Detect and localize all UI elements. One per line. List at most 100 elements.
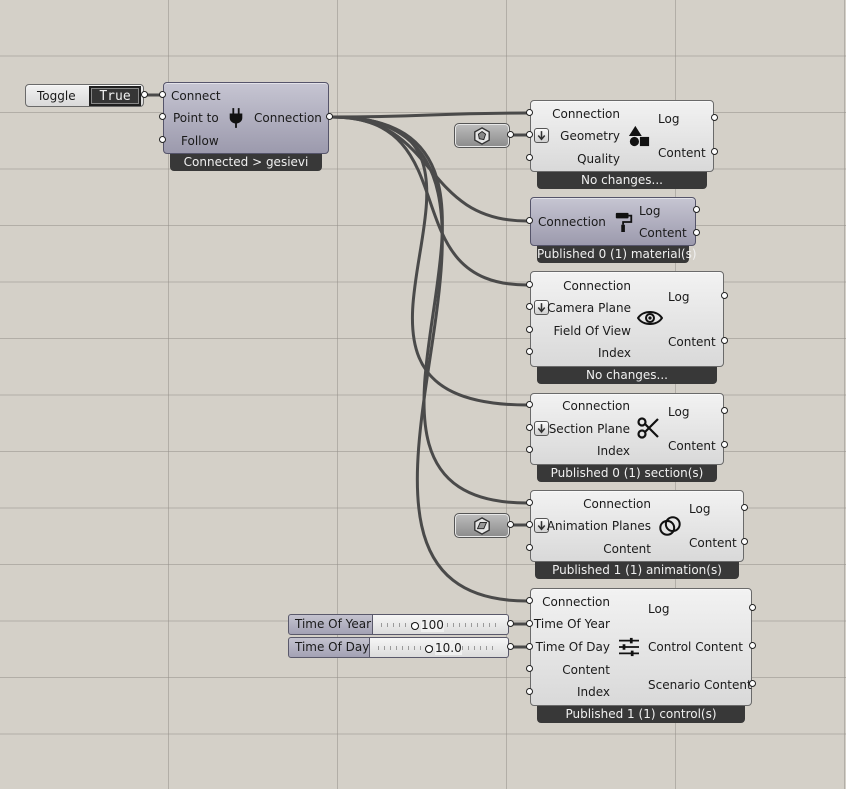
material-output-log: Log xyxy=(639,204,661,218)
eye-icon xyxy=(637,311,663,325)
slider-time-of-year-value[interactable]: 100 xyxy=(411,618,444,632)
material-status: Published 0 (1) material(s) xyxy=(537,246,697,263)
animation-node[interactable]: Connection Animation Planes Content Log … xyxy=(530,490,744,562)
control-out-port-0[interactable] xyxy=(749,604,756,611)
camera-in-port-0[interactable] xyxy=(526,281,533,288)
geometry-out-port-0[interactable] xyxy=(711,114,718,121)
connect-input-follow: Follow xyxy=(181,134,219,148)
geometry-in-port-0[interactable] xyxy=(526,109,533,116)
geometry-in-port-2[interactable] xyxy=(526,154,533,161)
control-input-content: Content xyxy=(562,663,610,677)
control-node[interactable]: Connection Time Of Year Time Of Day Cont… xyxy=(530,588,752,706)
geometry-out-port-1[interactable] xyxy=(711,148,718,155)
camera-out-port-0[interactable] xyxy=(721,292,728,299)
camera-in-port-3[interactable] xyxy=(526,348,533,355)
section-output-log: Log xyxy=(668,405,690,419)
camera-node[interactable]: Connection Camera Plane Field Of View In… xyxy=(530,271,724,367)
section-in-port-2[interactable] xyxy=(526,446,533,453)
control-input-time-of-year: Time Of Year xyxy=(533,617,610,631)
animation-in-port-2[interactable] xyxy=(526,544,533,551)
rings-icon xyxy=(659,516,681,536)
animation-in-port-1[interactable] xyxy=(526,521,533,528)
geometry-output-log: Log xyxy=(658,112,680,126)
hexagon-geometry-icon xyxy=(474,127,490,145)
camera-in-port-2[interactable] xyxy=(526,326,533,333)
connect-output-connection: Connection xyxy=(254,111,322,125)
paint-roller-icon xyxy=(615,212,633,232)
slider-time-of-year-track[interactable]: 100 xyxy=(373,614,509,635)
geometry-output-content: Content xyxy=(658,146,706,160)
animation-input-connection: Connection xyxy=(583,497,651,511)
toggle-output-port[interactable] xyxy=(141,91,148,98)
wire-to-geometry xyxy=(330,111,529,119)
material-out-port-0[interactable] xyxy=(693,206,700,213)
slider-time-of-day-label[interactable]: Time Of Day xyxy=(288,637,370,658)
material-in-port-0[interactable] xyxy=(526,217,533,224)
camera-input-field-of-view: Field Of View xyxy=(553,324,631,338)
control-in-port-2[interactable] xyxy=(526,643,533,650)
animation-in-port-0[interactable] xyxy=(526,499,533,506)
geometry-input-geometry: Geometry xyxy=(560,129,620,143)
geometry-param-out-port[interactable] xyxy=(507,131,514,138)
control-input-index: Index xyxy=(576,685,610,699)
camera-status: No changes... xyxy=(537,367,717,384)
slider-time-of-day-value[interactable]: 10.0 xyxy=(425,641,462,655)
connect-in-port-1[interactable] xyxy=(159,113,166,120)
slider-time-of-year-label[interactable]: Time Of Year xyxy=(288,614,373,635)
animation-output-log: Log xyxy=(689,502,711,516)
connect-in-port-2[interactable] xyxy=(159,136,166,143)
material-node[interactable]: Connection Log Content xyxy=(530,197,696,246)
material-output-content: Content xyxy=(639,226,687,240)
boolean-toggle[interactable]: Toggle True xyxy=(25,84,144,107)
connect-out-port[interactable] xyxy=(326,113,333,120)
animation-output-content: Content xyxy=(689,536,737,550)
camera-output-content: Content xyxy=(668,335,716,349)
section-out-port-1[interactable] xyxy=(721,441,728,448)
geometry-input-connection: Connection xyxy=(552,107,620,121)
grasshopper-canvas[interactable]: Toggle True Connect Point to Follow Conn… xyxy=(0,0,846,789)
control-output-log: Log xyxy=(648,602,670,616)
animation-param-out-port[interactable] xyxy=(507,521,514,528)
control-in-port-4[interactable] xyxy=(526,688,533,695)
geometry-in-port-1[interactable] xyxy=(526,131,533,138)
control-status: Published 1 (1) control(s) xyxy=(537,706,745,723)
slider-grip-icon[interactable] xyxy=(411,621,419,630)
section-input-section-plane: Section Plane xyxy=(548,422,630,436)
section-out-port-0[interactable] xyxy=(721,407,728,414)
camera-out-port-1[interactable] xyxy=(721,337,728,344)
camera-input-connection: Connection xyxy=(563,279,631,293)
slider-grip-icon[interactable] xyxy=(425,644,433,653)
control-in-port-3[interactable] xyxy=(526,665,533,672)
control-out-port-1[interactable] xyxy=(749,642,756,649)
control-in-port-1[interactable] xyxy=(526,620,533,627)
animation-out-port-0[interactable] xyxy=(741,504,748,511)
control-input-connection: Connection xyxy=(542,595,610,609)
animation-input-animation-planes: Animation Planes xyxy=(546,519,651,533)
camera-output-log: Log xyxy=(668,290,690,304)
slider-time-of-day-track[interactable]: 10.0 xyxy=(370,637,509,658)
control-in-port-0[interactable] xyxy=(526,597,533,604)
section-input-index: Index xyxy=(596,444,630,458)
connect-node[interactable]: Connect Point to Follow Connection xyxy=(163,82,329,154)
animation-planes-param[interactable] xyxy=(454,513,510,538)
camera-in-port-1[interactable] xyxy=(526,303,533,310)
control-out-port-2[interactable] xyxy=(749,680,756,687)
animation-out-port-1[interactable] xyxy=(741,538,748,545)
material-input-connection: Connection xyxy=(538,215,606,229)
toggle-value-button[interactable]: True xyxy=(89,86,141,106)
geometry-node[interactable]: Connection Geometry Quality Log Content xyxy=(530,100,714,172)
connect-in-port-0[interactable] xyxy=(159,91,166,98)
material-out-port-1[interactable] xyxy=(693,229,700,236)
control-input-time-of-day: Time Of Day xyxy=(535,640,610,654)
geometry-input-quality: Quality xyxy=(577,152,620,166)
control-output-scenario-content: Scenario Content xyxy=(648,678,752,692)
section-in-port-0[interactable] xyxy=(526,401,533,408)
camera-input-index: Index xyxy=(597,346,631,360)
slider-year-out-port[interactable] xyxy=(507,620,514,627)
slider-day-out-port[interactable] xyxy=(507,643,514,650)
geometry-status: No changes... xyxy=(537,172,707,189)
animation-status: Published 1 (1) animation(s) xyxy=(535,562,739,579)
section-in-port-1[interactable] xyxy=(526,424,533,431)
section-node[interactable]: Connection Section Plane Index Log Conte… xyxy=(530,393,724,465)
geometry-param[interactable] xyxy=(454,123,510,148)
